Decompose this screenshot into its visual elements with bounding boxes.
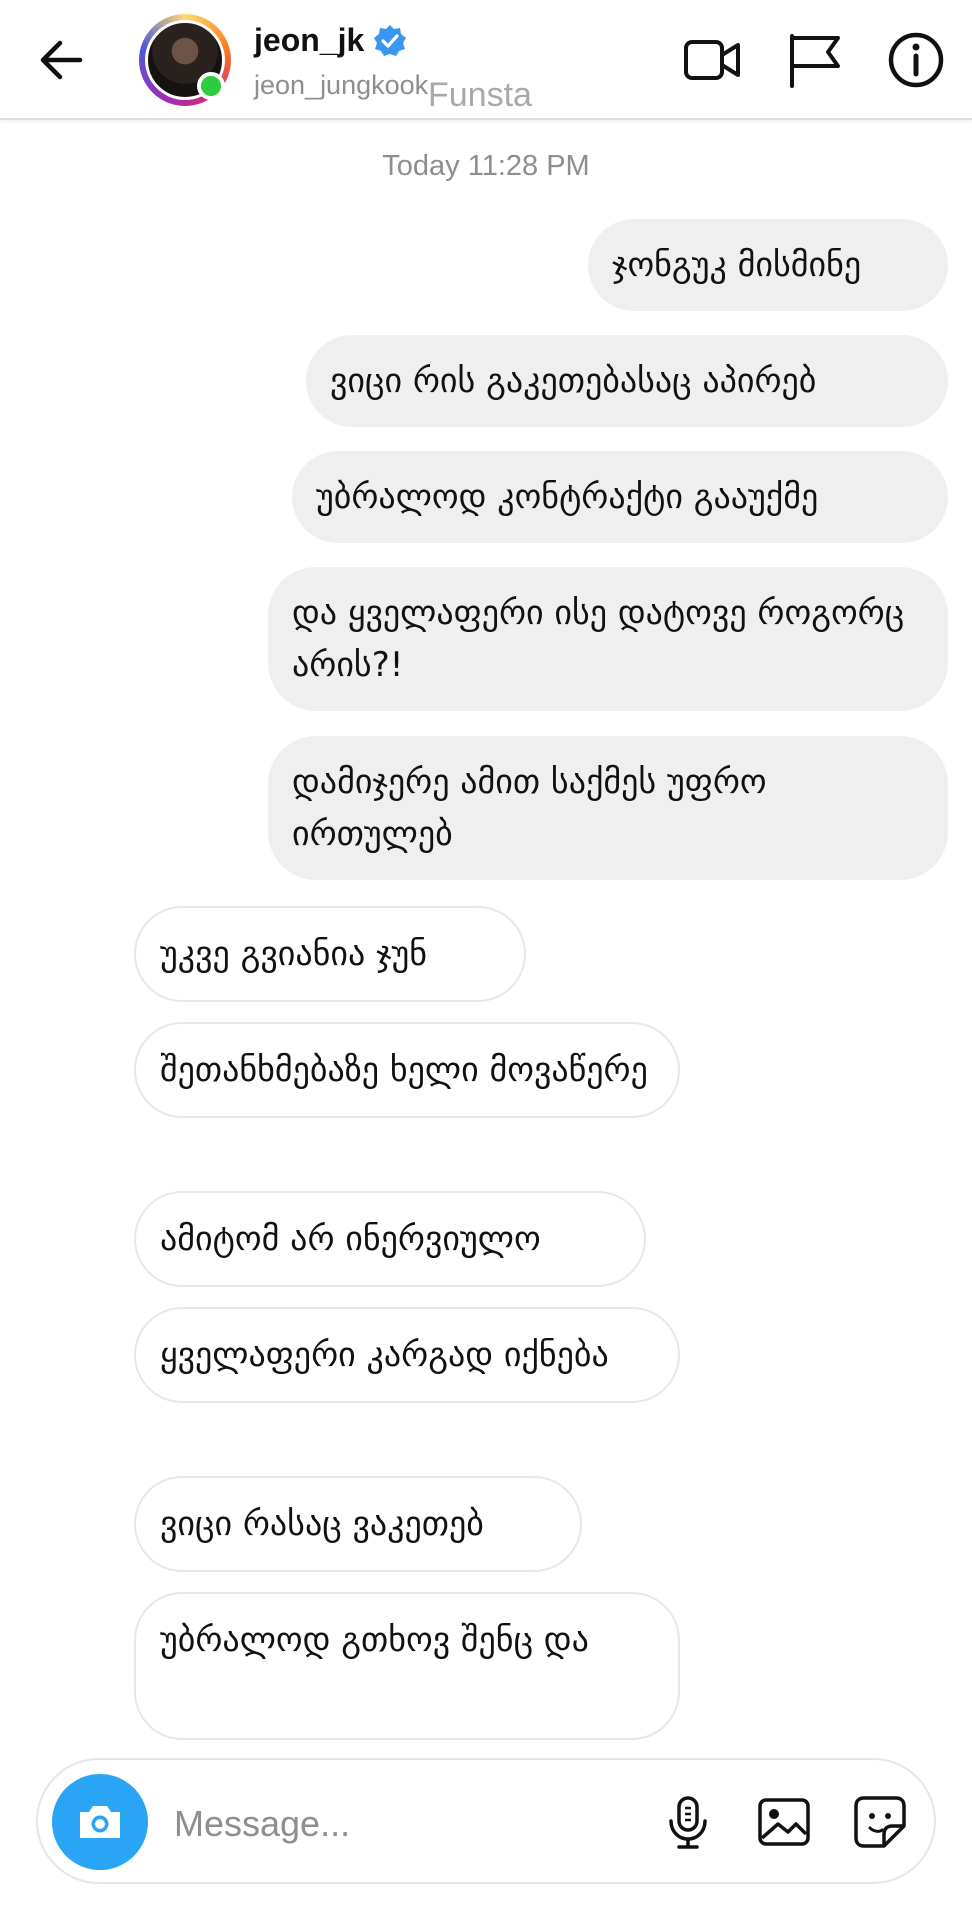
sent-message[interactable]: ჯონგუკ მისმინე	[588, 219, 948, 311]
message-input[interactable]	[172, 1794, 656, 1854]
back-button[interactable]	[34, 32, 90, 88]
report-button[interactable]	[782, 28, 846, 92]
watermark-text: Funsta	[428, 76, 532, 114]
image-icon	[758, 1798, 810, 1846]
message-composer	[36, 1758, 936, 1884]
sticker-button[interactable]	[850, 1792, 910, 1852]
verified-badge-icon	[374, 25, 406, 56]
message-timestamp: Today 11:28 PM	[382, 150, 590, 182]
sent-message[interactable]: უბრალოდ კონტრაქტი გააუქმე	[292, 451, 948, 543]
camera-button[interactable]	[52, 1774, 148, 1870]
sticker-icon	[854, 1796, 906, 1848]
received-message[interactable]: ვიცი რასაც ვაკეთებ	[134, 1476, 582, 1572]
chat-header: jeon_jk jeon_jungkook Funsta	[0, 0, 972, 120]
info-button[interactable]	[884, 28, 948, 92]
info-icon	[888, 32, 944, 88]
voice-message-button[interactable]	[658, 1792, 718, 1852]
video-camera-icon	[684, 40, 740, 80]
camera-icon	[80, 1806, 120, 1838]
sent-message[interactable]: და ყველაფერი ისე დატოვე როგორც არის?!	[268, 567, 948, 711]
chat-handle: jeon_jungkook	[254, 70, 429, 100]
video-call-button[interactable]	[680, 28, 744, 92]
microphone-icon	[669, 1796, 707, 1849]
received-message[interactable]: ამიტომ არ ინერვიულო	[134, 1191, 646, 1287]
received-message[interactable]: უკვე გვიანია ჯუნ	[134, 906, 526, 1002]
sent-message[interactable]: ვიცი რის გაკეთებასაც აპირებ	[306, 335, 948, 427]
received-message[interactable]: ყველაფერი კარგად იქნება	[134, 1307, 680, 1403]
arrow-left-icon	[40, 40, 83, 80]
received-message[interactable]: შეთანხმებაზე ხელი მოვაწერე	[134, 1022, 680, 1118]
avatar[interactable]	[139, 14, 231, 106]
online-status-dot	[197, 72, 225, 100]
chat-username[interactable]: jeon_jk	[254, 22, 364, 59]
flag-icon	[790, 34, 840, 88]
sent-message[interactable]: დამიჯერე ამით საქმეს უფრო ირთულებ	[268, 736, 948, 880]
received-message[interactable]: უბრალოდ გთხოვ შენც და	[134, 1592, 680, 1740]
gallery-button[interactable]	[754, 1792, 814, 1852]
